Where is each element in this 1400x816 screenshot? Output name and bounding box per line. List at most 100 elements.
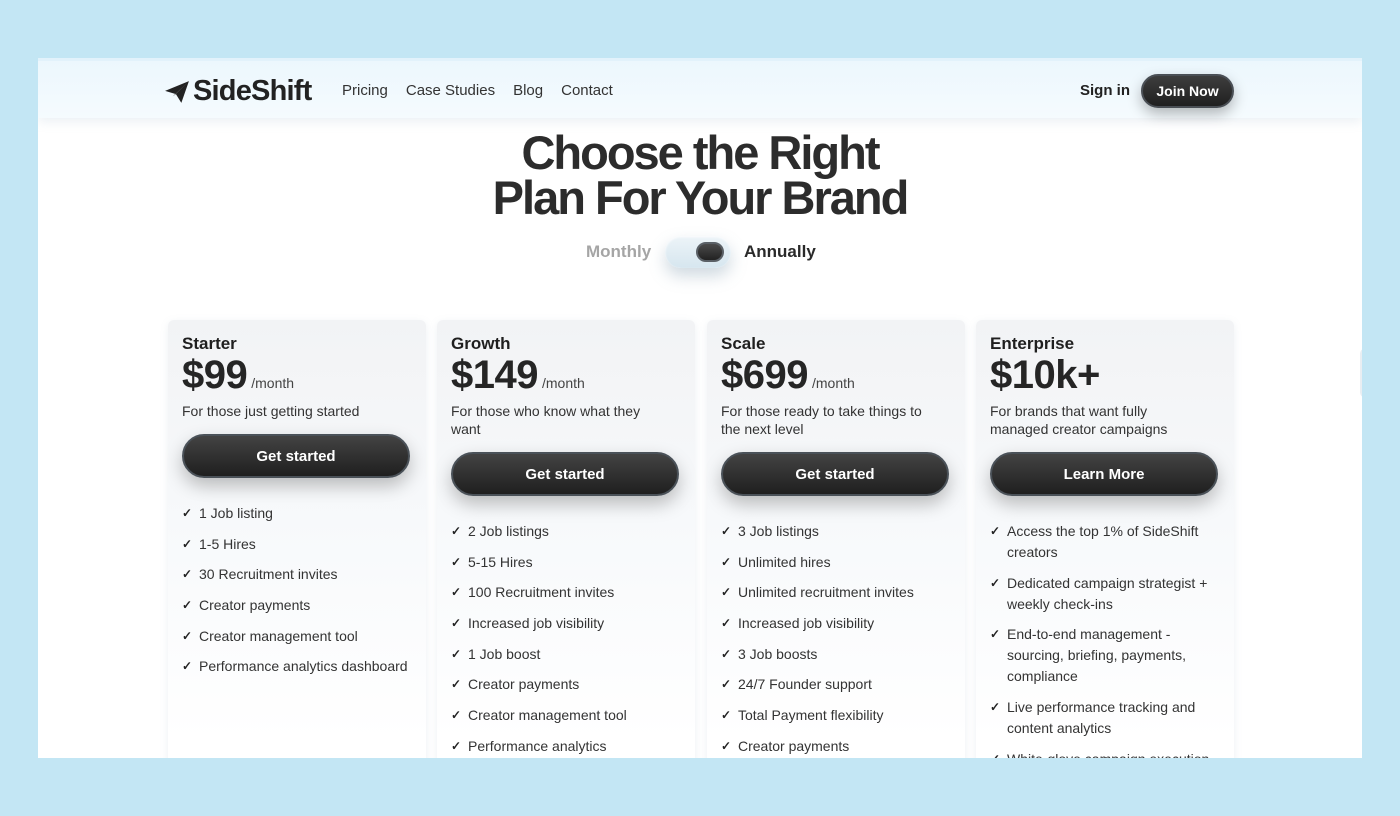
toggle-knob [696, 242, 724, 262]
plan-card-scale: Scale $699 /month For those ready to tak… [707, 320, 965, 758]
nav-link-blog[interactable]: Blog [513, 82, 543, 99]
check-icon: ✓ [182, 628, 193, 643]
check-icon: ✓ [451, 616, 462, 631]
join-now-button[interactable]: Join Now [1141, 74, 1234, 108]
feature-item: ✓ 5-15 Hires [451, 552, 681, 573]
learn-more-button[interactable]: Learn More [990, 452, 1218, 496]
feature-text: Access the top 1% of SideShift creators [1007, 523, 1199, 560]
plan-card-growth: Growth $149 /month For those who know wh… [437, 320, 695, 758]
plan-description: For those ready to take things to the ne… [721, 403, 922, 437]
feature-item: ✓ End-to-end management - sourcing, brief… [990, 624, 1220, 687]
check-icon: ✓ [182, 536, 193, 551]
feature-item: ✓ Creator management tool [451, 705, 681, 726]
nav-link-pricing[interactable]: Pricing [342, 82, 388, 99]
check-icon: ✓ [721, 677, 732, 692]
feature-item: ✓ Access the top 1% of SideShift creators [990, 521, 1220, 563]
main-nav: Pricing Case Studies Blog Contact [342, 82, 631, 99]
feature-list: ✓ 1 Job listing ✓ 1-5 Hires ✓ 30 Recruitmen… [182, 503, 412, 677]
feature-list: ✓ 2 Job listings ✓ 5-15 Hires ✓ 100 Recruit… [451, 521, 681, 757]
feature-item: ✓ Live performance tracking and content a… [990, 697, 1220, 739]
feature-item: ✓ Creator management tool [182, 626, 412, 647]
plan-price: $699 [721, 353, 808, 397]
check-icon: ✓ [990, 524, 1001, 538]
check-icon: ✓ [182, 506, 193, 520]
page-title-line-2: Plan For Your Brand [492, 171, 910, 224]
billing-monthly-label[interactable]: Monthly [586, 242, 651, 262]
check-icon: ✓ [451, 554, 462, 569]
plan-name: Starter [182, 334, 237, 353]
get-started-button[interactable]: Get started [721, 452, 949, 496]
check-icon: ✓ [451, 677, 462, 692]
nav-link-case-studies[interactable]: Case Studies [406, 82, 495, 99]
brand-logo[interactable]: SideShift [164, 75, 312, 108]
plan-name: Enterprise [990, 334, 1075, 353]
plan-name: Scale [721, 334, 766, 353]
check-icon: ✓ [451, 646, 462, 661]
feature-text: 3 Job listings [738, 523, 819, 539]
feature-item: ✓ Total Payment flexibility [721, 705, 951, 726]
feature-item: ✓ 3 Job listings [721, 521, 951, 542]
check-icon: ✓ [451, 524, 462, 538]
feature-item: ✓ Creator payments [451, 674, 681, 695]
check-icon: ✓ [990, 749, 1003, 758]
feature-text: Creator management tool [199, 627, 358, 644]
check-icon: ✓ [721, 738, 732, 753]
check-icon: ✓ [721, 708, 732, 723]
feature-text: 1-5 Hires [199, 535, 256, 552]
feature-item: ✓ Performance analytics dashboard [182, 656, 412, 677]
check-icon: ✓ [990, 700, 1001, 715]
feature-list: ✓ Access the top 1% of SideShift creators… [990, 521, 1220, 758]
feature-item: ✓ 1-5 Hires [182, 534, 412, 555]
check-icon: ✓ [721, 616, 732, 631]
feature-item: ✓ Performance analytics [451, 736, 681, 757]
feature-item: ✓ 3 Job boosts [721, 644, 951, 665]
page-title-line-1: Choose the Right [521, 126, 880, 179]
plan-description: For those who know what they want [451, 403, 641, 437]
feature-text: 100 Recruitment invites [468, 584, 615, 601]
feature-text: 30 Recruitment invites [199, 566, 338, 583]
plan-card-enterprise: Enterprise $10k+ For brands that want fu… [976, 320, 1234, 758]
plan-price: $149 [451, 353, 538, 397]
feature-item: ✓ Unlimited hires [721, 552, 951, 573]
check-icon: ✓ [990, 627, 1001, 642]
check-icon: ✓ [721, 585, 732, 600]
check-icon: ✓ [721, 646, 732, 661]
check-icon: ✓ [721, 554, 732, 569]
price-row: $149 /month [451, 354, 681, 396]
get-started-button[interactable]: Get started [182, 434, 410, 478]
price-period: /month [541, 375, 585, 391]
billing-annually-label[interactable]: Annually [744, 242, 816, 262]
feature-text: Total Payment flexibility [738, 707, 884, 724]
paper-plane-icon [165, 80, 189, 103]
get-started-button[interactable]: Get started [451, 452, 679, 496]
feature-text: White-glove campaign execution [1007, 749, 1209, 758]
feature-item: ✓ White-glove campaign execution [990, 749, 1220, 758]
top-navbar: SideShift Pricing Case Studies Blog Cont… [38, 58, 1362, 118]
billing-period-toggle[interactable] [665, 236, 731, 268]
check-icon: ✓ [451, 585, 462, 600]
feature-item: ✓ Creator payments [721, 736, 951, 757]
check-icon: ✓ [182, 567, 193, 582]
brand-name: SideShift [193, 75, 312, 107]
feature-list: ✓ 3 Job listings ✓ Unlimited hires ✓ Unlimi… [721, 521, 951, 757]
feature-item: ✓ Creator payments [182, 595, 412, 616]
nav-link-contact[interactable]: Contact [561, 82, 613, 99]
feature-item: ✓ Dedicated campaign strategist + weekly … [990, 573, 1220, 615]
feature-text: 2 Job listings [468, 523, 549, 539]
sign-in-link[interactable]: Sign in [1080, 82, 1130, 99]
plan-description: For brands that want fully managed creat… [990, 403, 1168, 437]
price-period: /month [251, 375, 295, 391]
feature-text: 1 Job listing [199, 505, 273, 521]
price-row: $99 /month [182, 354, 412, 396]
feature-item: ✓ 24/7 Founder support [721, 674, 951, 695]
feature-item: ✓ Increased job visibility [721, 613, 951, 634]
feature-item: ✓ 30 Recruitment invites [182, 564, 412, 585]
feature-text: 24/7 Founder support [738, 676, 872, 693]
feature-text: Creator payments [199, 597, 311, 614]
feature-item: ✓ Unlimited recruitment invites [721, 582, 951, 603]
feature-text: Live performance tracking and content an… [1007, 699, 1196, 737]
feature-text: 5-15 Hires [468, 553, 533, 570]
check-icon: ✓ [721, 524, 732, 538]
feature-text: Creator payments [468, 676, 580, 693]
plan-name: Growth [451, 334, 511, 353]
